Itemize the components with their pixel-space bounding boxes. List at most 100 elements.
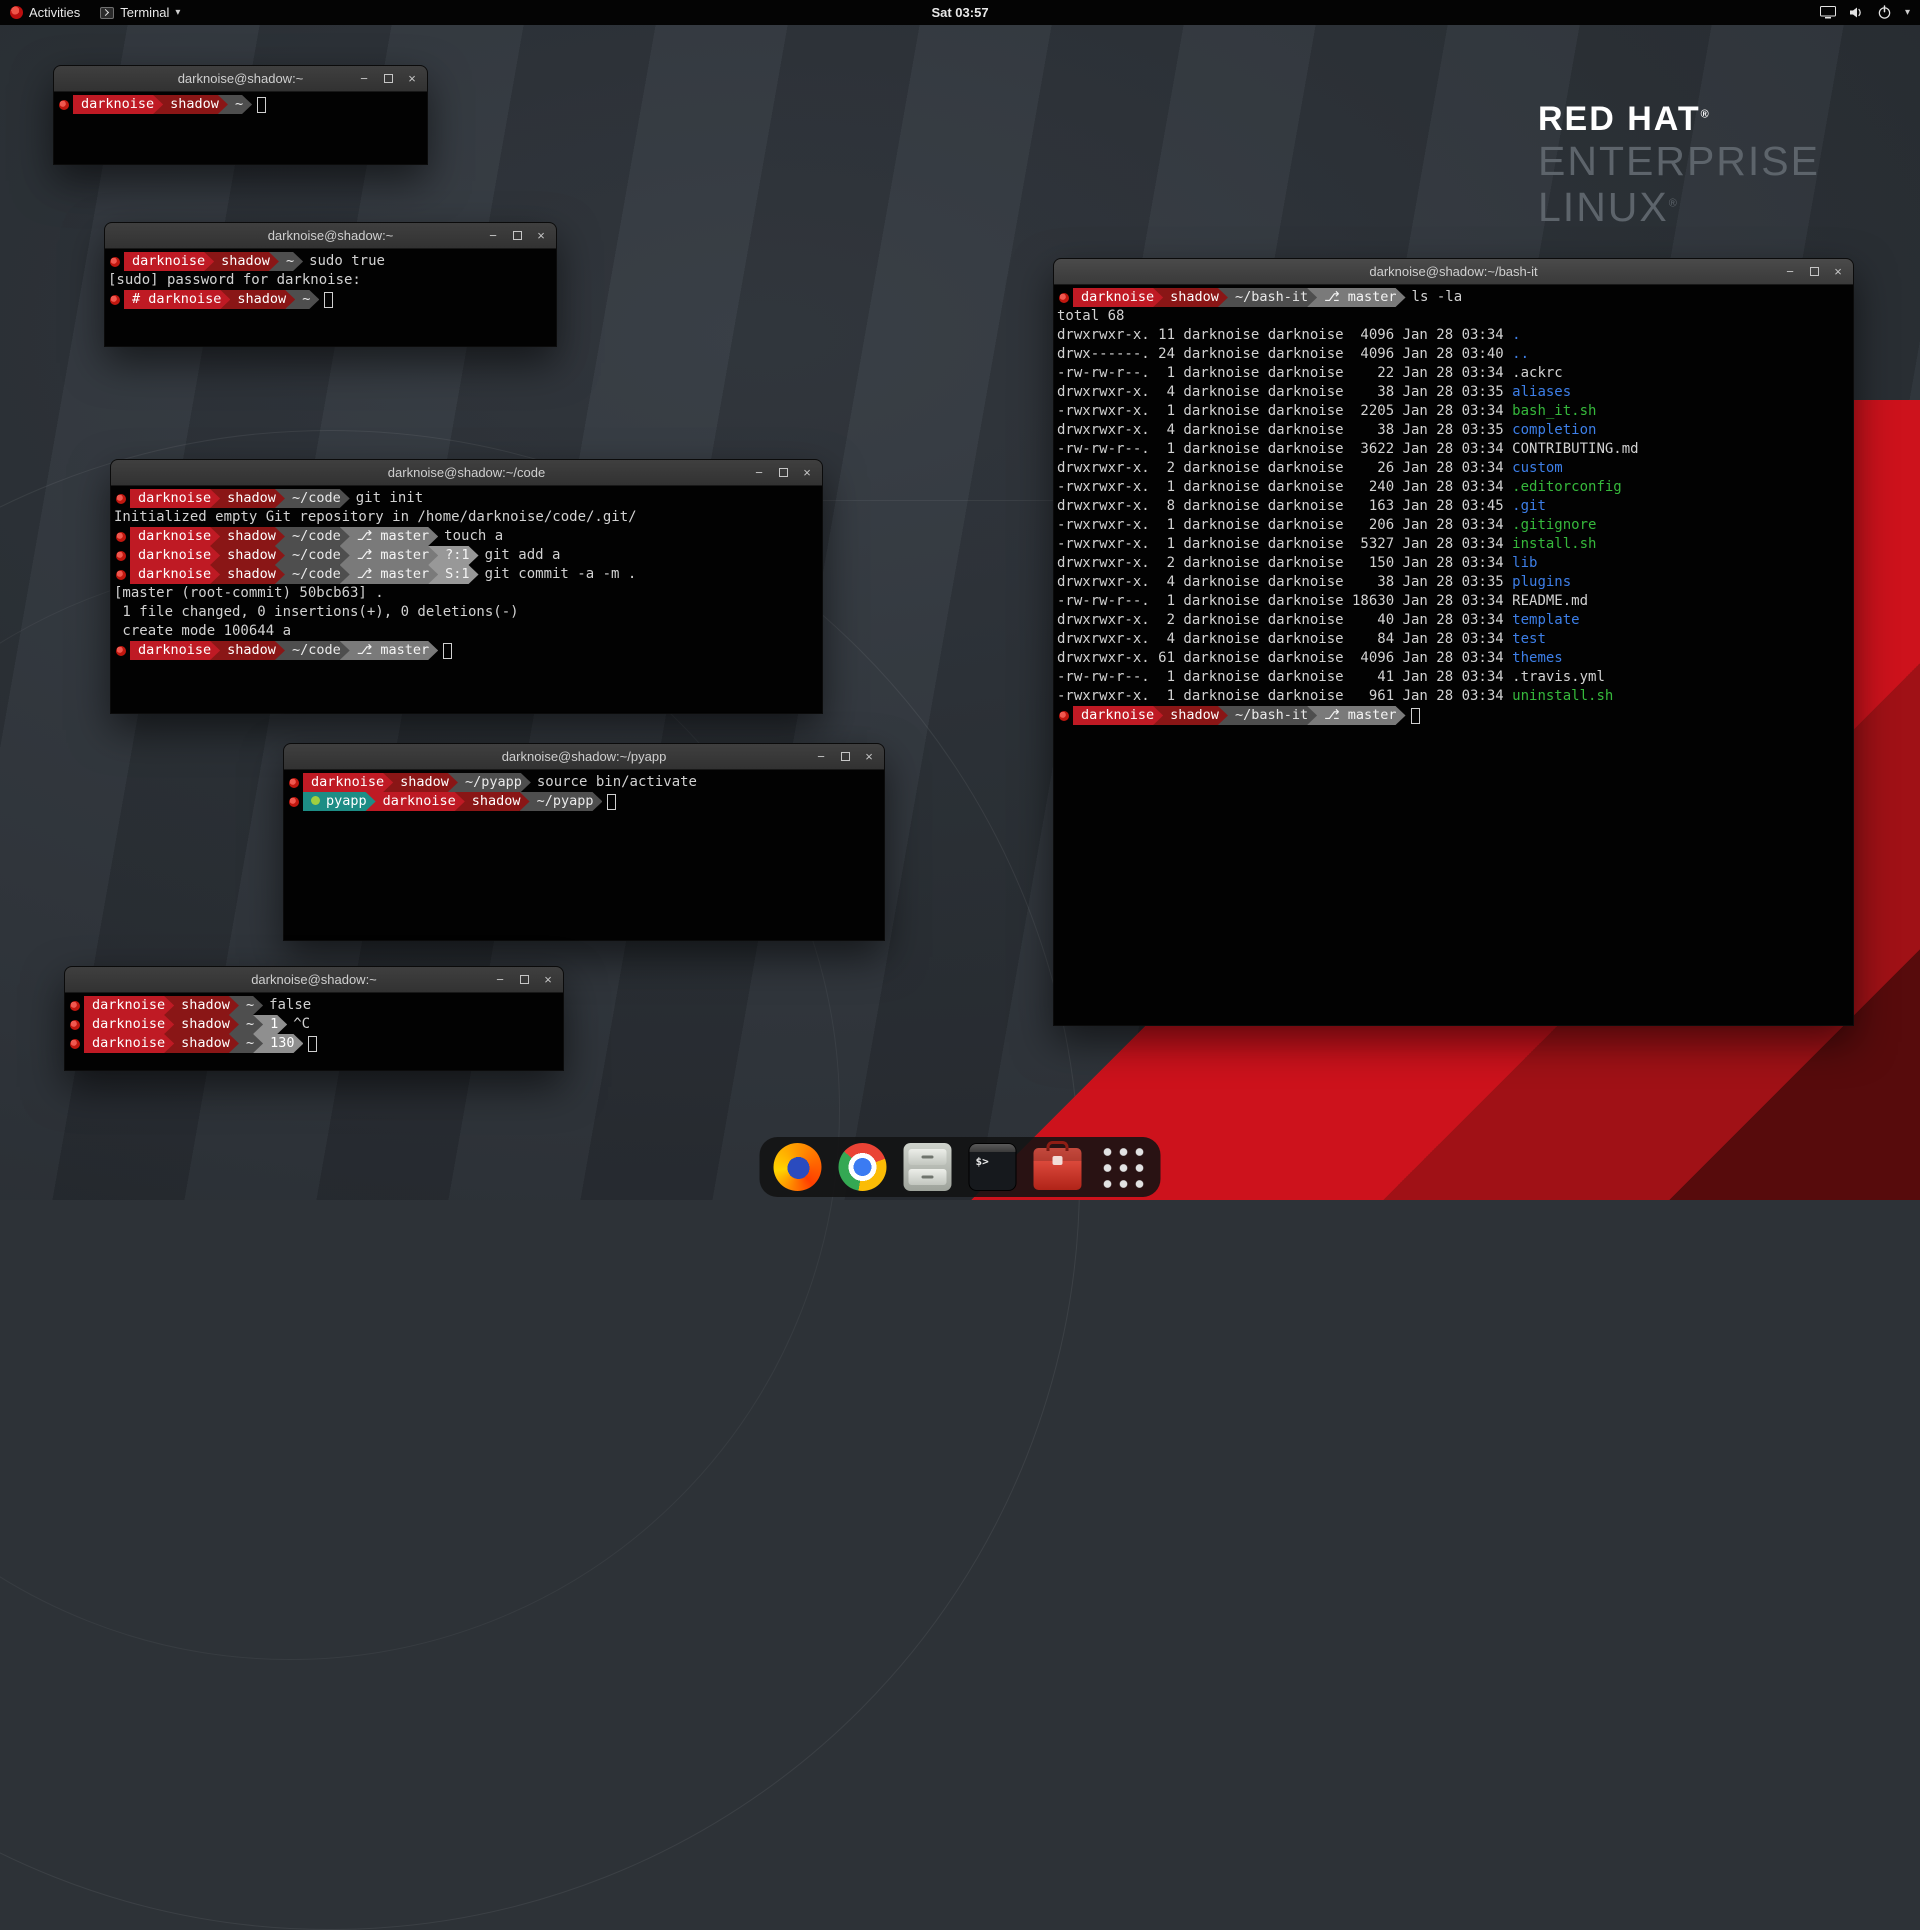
minimize-button[interactable]: − [356, 71, 372, 87]
dock-terminal-icon[interactable]: $> [969, 1143, 1017, 1191]
file-name: plugins [1512, 573, 1571, 592]
terminal-window-exitcodes[interactable]: darknoise@shadow:~−×darknoiseshadow~fals… [64, 966, 564, 1071]
terminal-content[interactable]: darknoiseshadow~/pyappsource bin/activat… [284, 770, 884, 942]
file-attributes: drwxrwxr-x. 4 darknoise darknoise 84 Jan… [1057, 630, 1512, 649]
prompt-segment-path: ~/pyapp [448, 773, 531, 792]
app-menu-terminal[interactable]: Terminal ▾ [90, 0, 190, 25]
file-attributes: -rw-rw-r--. 1 darknoise darknoise 22 Jan… [1057, 364, 1512, 383]
file-name: README.md [1512, 592, 1588, 611]
close-button[interactable]: × [1830, 264, 1846, 280]
ls-output-line: -rwxrwxr-x. 1 darknoise darknoise 2205 J… [1057, 402, 1849, 421]
maximize-button[interactable] [1806, 264, 1822, 280]
file-name: uninstall.sh [1512, 687, 1613, 706]
ls-output-line: drwxrwxr-x. 2 darknoise darknoise 40 Jan… [1057, 611, 1849, 630]
file-name: .gitignore [1512, 516, 1596, 535]
close-button[interactable]: × [861, 749, 877, 765]
clock[interactable]: Sat 03:57 [931, 5, 988, 20]
prompt-line: darknoiseshadow~/codegit init [114, 489, 818, 508]
terminal-window-code[interactable]: darknoise@shadow:~/code−×darknoiseshadow… [110, 459, 823, 714]
terminal-window-pyapp[interactable]: darknoise@shadow:~/pyapp− × darknoiseshado… [283, 743, 885, 941]
terminal-window-bash-it[interactable]: darknoise@shadow:~/bash-it−×darknoisesha… [1053, 258, 1854, 1026]
dock-files-icon[interactable] [904, 1143, 952, 1191]
ls-output-line: drwxrwxr-x. 61 darknoise darknoise 4096 … [1057, 649, 1849, 668]
prompt-segment-host: shadow [153, 95, 228, 114]
window-titlebar[interactable]: darknoise@shadow:~/bash-it−× [1054, 259, 1853, 285]
prompt-segment-path: ~/code [275, 527, 350, 546]
close-button[interactable]: × [533, 228, 549, 244]
prompt-segment-user: darknoise [1073, 706, 1163, 725]
prompt-segment-user: darknoise [84, 1034, 174, 1053]
prompt-segment-user: darknoise [366, 792, 465, 811]
system-status-area[interactable]: ▾ [1820, 0, 1910, 25]
toolbox-latch-decoration [1053, 1156, 1063, 1165]
prompt-segment-host: shadow [210, 489, 285, 508]
maximize-button[interactable] [509, 228, 525, 244]
dock: $> [760, 1137, 1161, 1197]
dock-toolbox-icon[interactable] [1034, 1148, 1082, 1190]
close-button[interactable]: × [404, 71, 420, 87]
command-text: git commit -a -m . [485, 565, 637, 584]
rhel-branding: RED HAT® ENTERPRISE LINUX® [1538, 100, 1820, 231]
close-button[interactable]: × [540, 972, 556, 988]
command-text: git init [356, 489, 423, 508]
terminal-content[interactable]: darknoiseshadow~/codegit initInitialized… [111, 486, 822, 715]
prompt-segment-host: shadow [210, 527, 285, 546]
file-attributes: -rwxrwxr-x. 1 darknoise darknoise 2205 J… [1057, 402, 1512, 421]
minimize-button[interactable]: − [813, 749, 829, 765]
window-title: darknoise@shadow:~ [65, 972, 563, 987]
ls-output-line: drwxrwxr-x. 4 darknoise darknoise 38 Jan… [1057, 421, 1849, 440]
prompt-segment-git: ⎇ master [1307, 706, 1405, 725]
dock-app-grid-icon[interactable] [1099, 1143, 1147, 1191]
terminal-content[interactable]: darknoiseshadow~falsedarknoiseshadow~1^C… [65, 993, 563, 1072]
maximize-button[interactable] [380, 71, 396, 87]
terminal-cursor [607, 794, 616, 810]
window-titlebar[interactable]: darknoise@shadow:~/pyapp− × [284, 744, 884, 770]
powerline-prompt: darknoiseshadow~/code⎇ master [130, 527, 428, 546]
window-titlebar[interactable]: darknoise@shadow:~−× [105, 223, 556, 249]
minimize-button[interactable]: − [751, 465, 767, 481]
terminal-cursor [324, 292, 333, 308]
file-attributes: drwxrwxr-x. 2 darknoise darknoise 40 Jan… [1057, 611, 1512, 630]
close-button[interactable]: × [799, 465, 815, 481]
maximize-icon [520, 975, 529, 984]
minimize-button[interactable]: − [1782, 264, 1798, 280]
terminal-window-home-1[interactable]: darknoise@shadow:~−×darknoiseshadow~ [53, 65, 428, 165]
activities-button[interactable]: Activities [0, 0, 90, 25]
minimize-button[interactable]: − [492, 972, 508, 988]
powerline-prompt: darknoiseshadow~/code⎇ master [130, 641, 428, 660]
maximize-button[interactable] [775, 465, 791, 481]
terminal-content[interactable]: darknoiseshadow~sudo true[sudo] password… [105, 249, 556, 348]
terminal-content[interactable]: darknoiseshadow~/bash-it⎇ masterls -lato… [1054, 285, 1853, 1027]
window-titlebar[interactable]: darknoise@shadow:~−× [65, 967, 563, 993]
ls-output-line: -rw-rw-r--. 1 darknoise darknoise 22 Jan… [1057, 364, 1849, 383]
chevron-down-icon: ▾ [175, 7, 180, 18]
command-text: touch a [444, 527, 503, 546]
maximize-button[interactable] [516, 972, 532, 988]
maximize-button[interactable] [837, 749, 853, 765]
redhat-prompt-icon [116, 494, 126, 504]
file-attributes: drwxrwxr-x. 2 darknoise darknoise 26 Jan… [1057, 459, 1512, 478]
terminal-content[interactable]: darknoiseshadow~ [54, 92, 427, 166]
window-controls: −× [492, 967, 556, 992]
prompt-segment-user: darknoise [84, 996, 174, 1015]
window-titlebar[interactable]: darknoise@shadow:~/code−× [111, 460, 822, 486]
ls-output-line: -rwxrwxr-x. 1 darknoise darknoise 240 Ja… [1057, 478, 1849, 497]
file-attributes: drwxrwxr-x. 11 darknoise darknoise 4096 … [1057, 326, 1512, 345]
window-titlebar[interactable]: darknoise@shadow:~−× [54, 66, 427, 92]
power-icon [1877, 5, 1892, 20]
prompt-line: darknoiseshadow~ [57, 95, 423, 114]
prompt-segment-user: # darknoise [124, 290, 230, 309]
dock-chrome-icon[interactable] [839, 1143, 887, 1191]
terminal-cursor [257, 97, 266, 113]
volume-icon [1849, 6, 1864, 19]
file-name: completion [1512, 421, 1596, 440]
terminal-window-sudo[interactable]: darknoise@shadow:~−×darknoiseshadow~sudo… [104, 222, 557, 347]
prompt-segment-user: darknoise [130, 641, 220, 660]
dock-firefox-icon[interactable] [774, 1143, 822, 1191]
minimize-button[interactable]: − [485, 228, 501, 244]
file-name: template [1512, 611, 1579, 630]
ls-output-line: -rwxrwxr-x. 1 darknoise darknoise 206 Ja… [1057, 516, 1849, 535]
window-title: darknoise@shadow:~/pyapp [284, 749, 884, 764]
file-attributes: -rwxrwxr-x. 1 darknoise darknoise 961 Ja… [1057, 687, 1512, 706]
prompt-line: darknoiseshadow~1^C [68, 1015, 559, 1034]
